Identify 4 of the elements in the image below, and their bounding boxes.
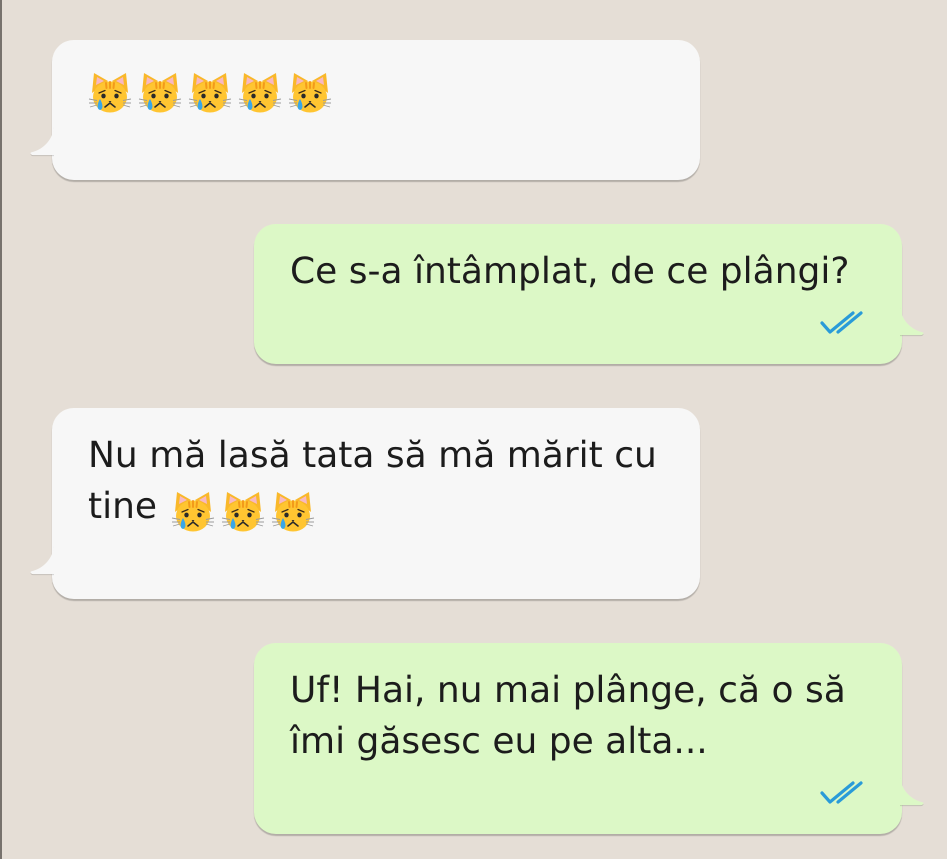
message-text: tine — [88, 485, 158, 529]
message-text: Uf! Hai, nu mai plânge, că o să îmi găsesc eu pe alta... — [290, 669, 847, 764]
message-text: Ce s-a întâmplat, de ce plângi? — [290, 250, 850, 294]
message-text: Nu mă lasă tata să mă mărit cu — [88, 434, 657, 478]
